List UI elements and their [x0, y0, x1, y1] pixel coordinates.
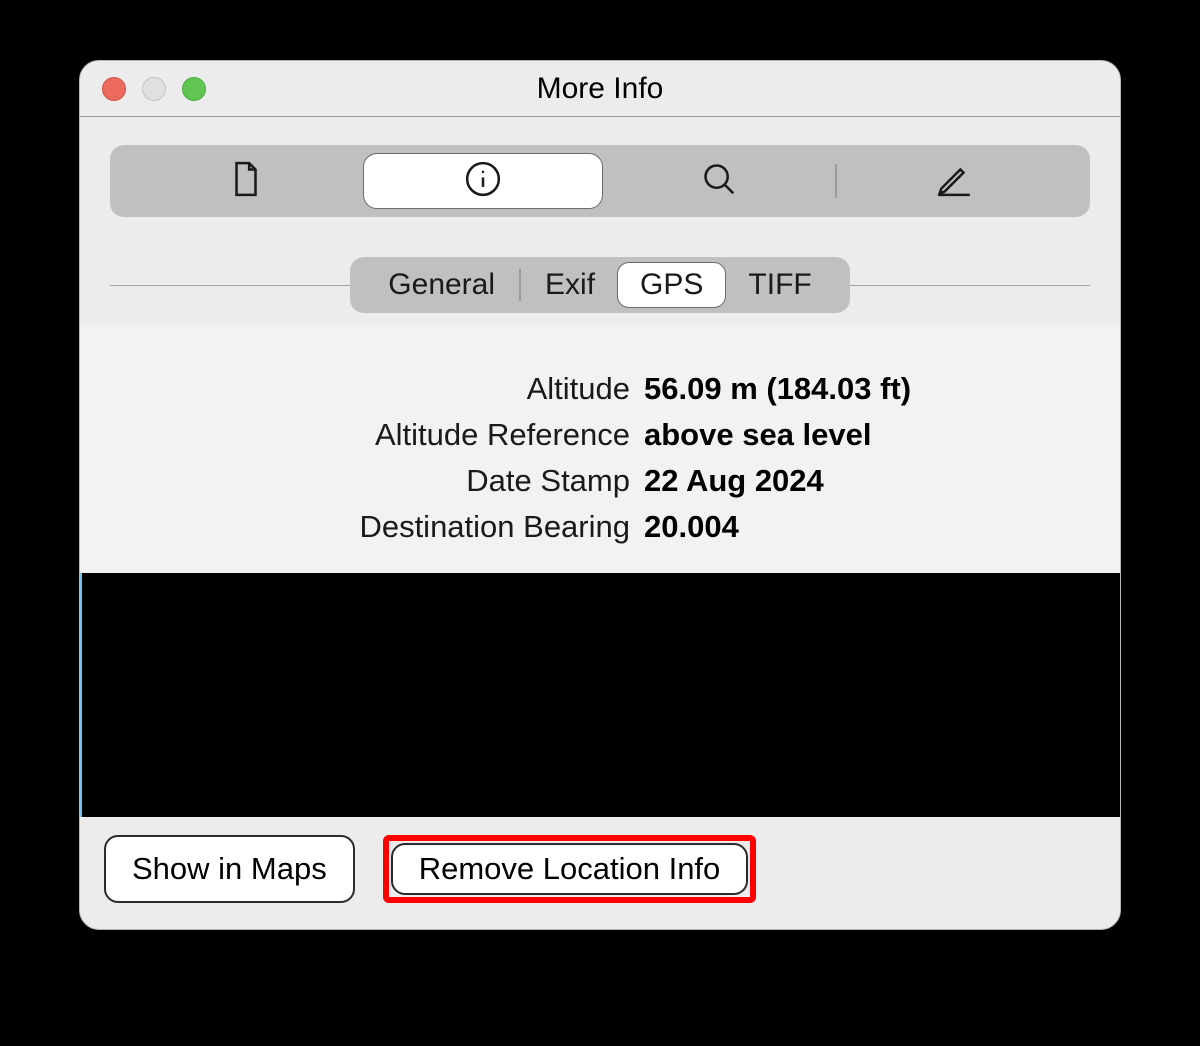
- highlight-annotation: Remove Location Info: [383, 835, 757, 903]
- search-icon: [700, 160, 738, 203]
- value-altitude-reference: above sea level: [644, 417, 872, 453]
- remove-location-info-button[interactable]: Remove Location Info: [391, 843, 749, 895]
- value-date-stamp: 22 Aug 2024: [644, 463, 824, 499]
- map-preview[interactable]: [80, 573, 1120, 817]
- main-toolbar: [110, 145, 1090, 217]
- row-altitude: Altitude 56.09 m (184.03 ft): [104, 371, 1096, 407]
- label-altitude: Altitude: [104, 371, 644, 407]
- metadata-tabs: General Exif GPS TIFF: [350, 257, 849, 313]
- titlebar: More Info: [80, 61, 1120, 117]
- document-icon: [227, 160, 265, 203]
- tab-general[interactable]: General: [366, 262, 517, 308]
- window-title: More Info: [80, 72, 1120, 106]
- toolbar-wrap: General Exif GPS TIFF: [80, 117, 1120, 325]
- tab-document[interactable]: [130, 153, 363, 209]
- row-date-stamp: Date Stamp 22 Aug 2024: [104, 463, 1096, 499]
- minimize-window-button[interactable]: [142, 77, 166, 101]
- divider-right: [850, 285, 1090, 286]
- show-in-maps-button[interactable]: Show in Maps: [104, 835, 355, 903]
- pencil-icon: [935, 160, 973, 203]
- window-controls: [102, 77, 206, 101]
- divider-left: [110, 285, 350, 286]
- label-date-stamp: Date Stamp: [104, 463, 644, 499]
- label-altitude-reference: Altitude Reference: [104, 417, 644, 453]
- tab-gps[interactable]: GPS: [617, 262, 726, 308]
- bottom-button-bar: Show in Maps Remove Location Info: [80, 817, 1120, 929]
- tab-info[interactable]: [363, 153, 603, 209]
- gps-info-panel: Altitude 56.09 m (184.03 ft) Altitude Re…: [80, 325, 1120, 573]
- tab-edit[interactable]: [837, 153, 1070, 209]
- more-info-window: More Info: [79, 60, 1121, 930]
- zoom-window-button[interactable]: [182, 77, 206, 101]
- tab-tiff[interactable]: TIFF: [726, 262, 833, 308]
- sub-tabs-row: General Exif GPS TIFF: [110, 257, 1090, 313]
- tab-separator: [519, 269, 521, 301]
- close-window-button[interactable]: [102, 77, 126, 101]
- row-destination-bearing: Destination Bearing 20.004: [104, 509, 1096, 545]
- value-destination-bearing: 20.004: [644, 509, 739, 545]
- info-icon: [464, 160, 502, 203]
- label-destination-bearing: Destination Bearing: [104, 509, 644, 545]
- tab-search[interactable]: [603, 153, 836, 209]
- value-altitude: 56.09 m (184.03 ft): [644, 371, 911, 407]
- tab-exif[interactable]: Exif: [523, 262, 617, 308]
- row-altitude-reference: Altitude Reference above sea level: [104, 417, 1096, 453]
